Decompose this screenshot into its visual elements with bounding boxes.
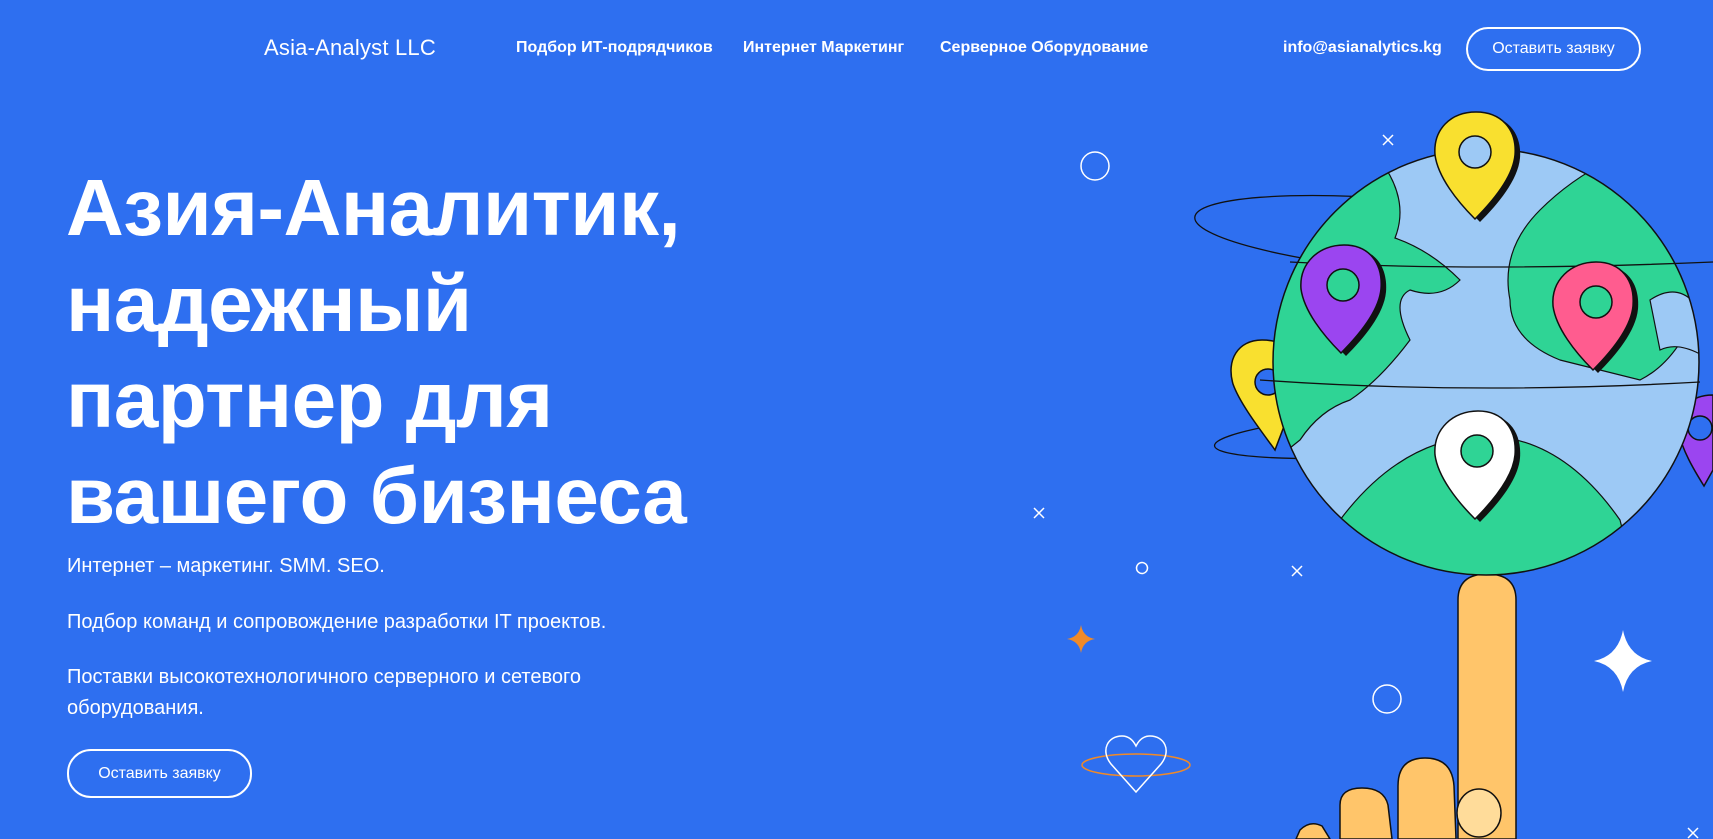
brand-logo[interactable]: Asia-Analyst LLC (264, 35, 436, 61)
hero-text-it-teams: Подбор команд и сопровождение разработки… (67, 611, 607, 633)
decoration-circle-icon (1080, 151, 1110, 181)
hero-title: Азия-Аналитик, надежный партнер для ваше… (66, 160, 746, 544)
orange-sparkle-icon (1067, 625, 1095, 653)
hero-title-line: партнер для (66, 355, 553, 444)
hero-title-line: Азия-Аналитик, (66, 163, 681, 252)
pointing-hand-icon (1295, 573, 1517, 839)
hero-text-equipment: Поставки высокотехнологичного серверного… (67, 666, 581, 719)
hero-text-marketing: Интернет – маркетинг. SMM. SEO. (67, 555, 385, 577)
hero-title-line: надежный (66, 259, 472, 348)
white-star-icon (1594, 630, 1652, 692)
site-header: Asia-Analyst LLC Подбор ИТ-подрядчиков И… (0, 0, 1713, 96)
sparkle-cross-icon (1291, 565, 1303, 577)
sparkle-cross-icon (1382, 134, 1394, 146)
globe-with-pins-and-pointing-hand-illustration (1033, 111, 1713, 839)
nav-link-it-contractors[interactable]: Подбор ИТ-подрядчиков (516, 39, 713, 57)
hero-title-line: вашего бизнеса (66, 451, 687, 540)
sparkle-cross-icon (1033, 507, 1045, 519)
nav-link-internet-marketing[interactable]: Интернет Маркетинг (743, 39, 904, 57)
sparkle-cross-icon (1687, 827, 1699, 839)
heart-icon (1081, 735, 1191, 794)
header-request-button[interactable]: Оставить заявку (1466, 27, 1641, 71)
hero-request-button[interactable]: Оставить заявку (67, 749, 252, 798)
decoration-circle-icon (1372, 684, 1402, 714)
decoration-circle-icon (1135, 561, 1149, 575)
nav-link-server-equipment[interactable]: Серверное Оборудование (940, 39, 1148, 57)
contact-email-link[interactable]: info@asianalytics.kg (1283, 39, 1442, 57)
